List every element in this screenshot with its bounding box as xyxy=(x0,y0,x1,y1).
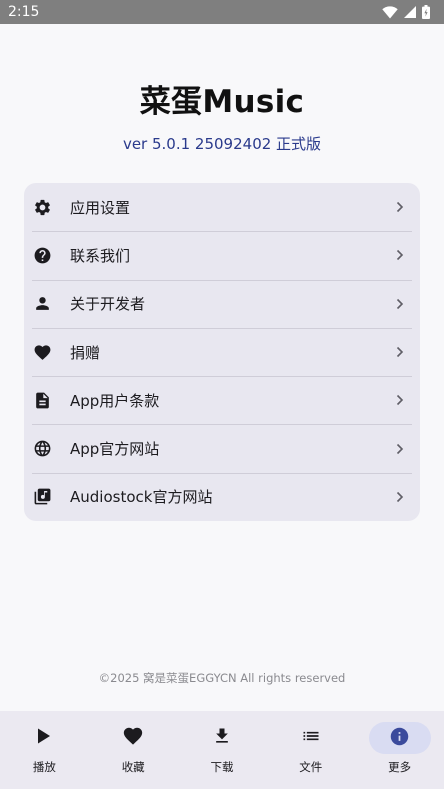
menu-item-user-terms[interactable]: App用户条款 xyxy=(24,376,420,424)
nav-icon-container xyxy=(191,722,253,754)
status-time: 2:15 xyxy=(8,4,40,20)
download-icon xyxy=(212,726,232,750)
menu-label: 联系我们 xyxy=(70,246,131,265)
copyright-text: ©2025 窝是菜蛋EGGYCN All rights reserved xyxy=(98,671,346,685)
menu-label: App用户条款 xyxy=(70,391,160,410)
nav-icon-container xyxy=(280,722,342,754)
nav-item-files[interactable]: 文件 xyxy=(266,711,355,789)
app-version: ver 5.0.1 25092402 正式版 xyxy=(122,135,322,153)
settings-menu-card: 应用设置 联系我们 关于开发者 捐赠 App用户条款 App官方网站 Audio… xyxy=(24,183,420,521)
menu-label: App官方网站 xyxy=(70,440,160,459)
chevron-right-icon xyxy=(396,297,406,311)
nav-item-more[interactable]: 更多 xyxy=(355,711,444,789)
list-icon xyxy=(301,726,321,750)
app-screen: 2:15 菜蛋Music ver 5.0.1 25092402 正式版 应用设置 xyxy=(0,0,444,789)
menu-item-donate[interactable]: 捐赠 xyxy=(24,327,420,376)
status-icons xyxy=(382,5,430,19)
nav-label: 收藏 xyxy=(121,760,145,774)
nav-label: 文件 xyxy=(299,760,323,774)
chevron-right-icon xyxy=(396,345,406,359)
menu-label: Audiostock官方网站 xyxy=(70,488,213,507)
play-icon xyxy=(37,728,51,748)
globe-icon xyxy=(32,439,52,459)
gear-icon xyxy=(32,197,52,217)
nav-icon-container xyxy=(13,722,75,754)
app-title: 菜蛋Music xyxy=(139,84,305,120)
chevron-right-icon xyxy=(396,393,406,407)
menu-item-app-settings[interactable]: 应用设置 xyxy=(24,183,420,231)
menu-label: 关于开发者 xyxy=(70,295,146,314)
wifi-icon xyxy=(382,5,398,19)
nav-label: 更多 xyxy=(388,760,412,774)
music-library-icon xyxy=(32,487,52,507)
menu-label: 应用设置 xyxy=(70,198,131,217)
chevron-right-icon xyxy=(396,442,406,456)
chevron-right-icon xyxy=(396,200,406,214)
nav-label: 下载 xyxy=(210,760,234,774)
menu-item-contact-us[interactable]: 联系我们 xyxy=(24,231,420,279)
nav-item-favorites[interactable]: 收藏 xyxy=(89,711,178,789)
chevron-right-icon xyxy=(396,248,406,262)
heart-icon xyxy=(32,342,52,362)
signal-icon xyxy=(404,6,416,18)
menu-item-audiostock-website[interactable]: Audiostock官方网站 xyxy=(24,472,420,521)
person-icon xyxy=(32,294,52,314)
status-bar: 2:15 xyxy=(0,0,444,24)
menu-label: 捐赠 xyxy=(70,343,101,362)
nav-label: 播放 xyxy=(32,760,56,774)
chevron-right-icon xyxy=(396,490,406,504)
menu-item-about-developer[interactable]: 关于开发者 xyxy=(24,279,420,328)
nav-item-play[interactable]: 播放 xyxy=(0,711,89,789)
heart-icon xyxy=(122,725,144,751)
nav-icon-container xyxy=(102,722,164,754)
nav-item-download[interactable]: 下载 xyxy=(178,711,267,789)
nav-icon-container xyxy=(368,722,431,754)
menu-item-official-website[interactable]: App官方网站 xyxy=(24,424,420,472)
battery-icon xyxy=(422,5,430,19)
document-icon xyxy=(32,390,52,410)
info-icon xyxy=(389,726,410,751)
help-icon xyxy=(32,245,52,265)
bottom-navigation: 播放 收藏 下载 文件 更多 xyxy=(0,711,444,789)
